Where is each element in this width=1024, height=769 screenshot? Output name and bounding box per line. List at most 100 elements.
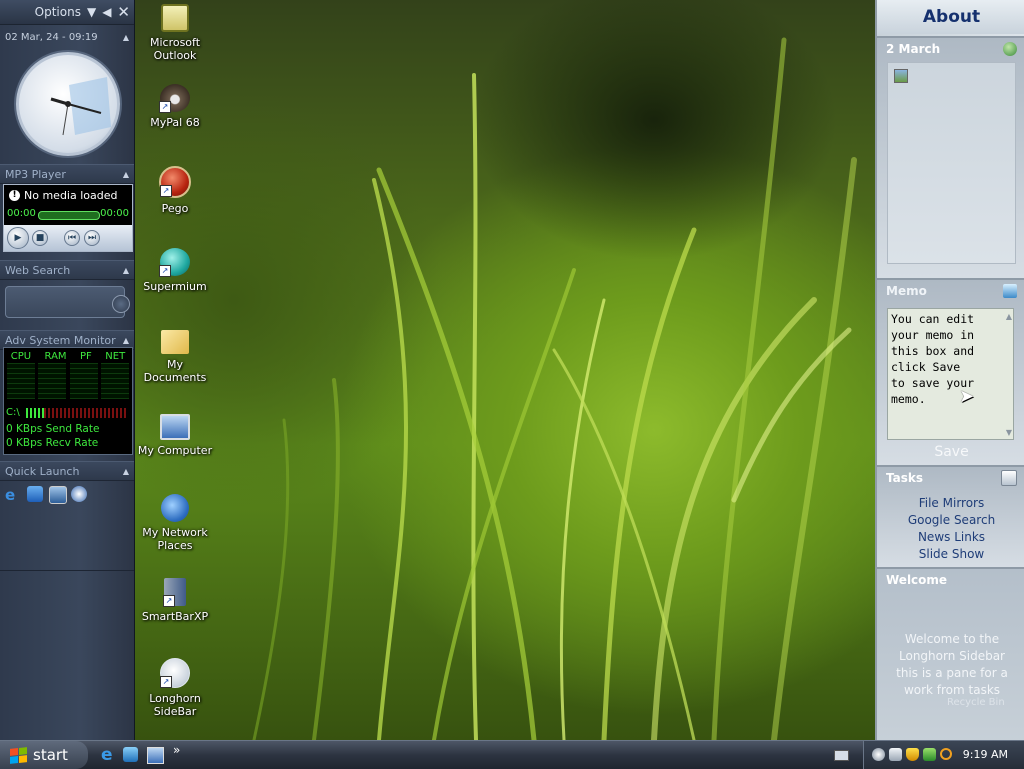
options-dropdown-icon[interactable]: ▼ [87, 5, 96, 19]
save-button[interactable]: Save [877, 444, 1024, 460]
shortcut-arrow-icon: ↗ [160, 676, 172, 688]
welcome-panel: Welcome Welcome to the Longhorn Sidebar … [877, 567, 1024, 742]
desktop-icon-label: My Documents [143, 358, 207, 384]
show-desktop-icon[interactable] [49, 486, 67, 504]
memo-textarea[interactable]: You can edit your memo in this box and c… [887, 308, 1014, 440]
picture-placeholder-icon [894, 69, 908, 83]
stop-button[interactable]: ■ [32, 230, 48, 246]
date-panel: 2 March [877, 36, 1024, 278]
desktop-icon-label: MyPal 68 [150, 116, 200, 129]
windows-logo-icon [10, 746, 27, 764]
monitor-col-cpu: CPU [10, 351, 32, 362]
memo-header: Memo [877, 280, 1024, 302]
desktop-icon-supermium[interactable]: ↗ Supermium [135, 248, 215, 293]
desktop-icon-my-computer[interactable]: My Computer [135, 414, 215, 457]
mp3-time-start: 00:00 [7, 208, 36, 219]
task-link-slide-show[interactable]: Slide Show [877, 546, 1024, 563]
desktop-wallpaper [134, 0, 876, 740]
search-go-icon[interactable] [112, 295, 130, 313]
taskbar-clock[interactable]: 9:19 AM [963, 748, 1008, 761]
tasks-panel: Tasks File Mirrors Google Search News Li… [877, 465, 1024, 567]
desktop-icon-label: Supermium [143, 280, 207, 293]
drive-usage-bar [26, 408, 128, 418]
desktop-icon-label: My Network Places [142, 526, 208, 552]
taskbar-outlook-express-icon[interactable] [123, 747, 138, 762]
task-link-file-mirrors[interactable]: File Mirrors [877, 495, 1024, 512]
desktop-icon-label: Microsoft Outlook [149, 36, 201, 62]
system-monitor: CPU RAM PF NET C:\ 0 KBps Send Rate 0 KB… [3, 347, 133, 455]
start-button[interactable]: start [0, 741, 88, 769]
play-button[interactable]: ▶ [7, 227, 29, 249]
tray-antivirus-icon[interactable] [923, 748, 936, 761]
options-menu[interactable]: Options [35, 5, 81, 19]
quick-launch-header: Quick Launch ▲ [0, 461, 134, 481]
web-search-header: Web Search ▲ [0, 260, 134, 280]
collapse-mp3-icon[interactable]: ▲ [123, 170, 129, 179]
web-search-input[interactable] [5, 286, 130, 318]
send-rate: 0 KBps Send Rate [6, 423, 100, 435]
previous-button[interactable]: ⏮ [64, 230, 80, 246]
left-sidebar: Options ▼ ◀ ✕ 02 Mar, 24 - 09:19 ▲ MP3 P… [0, 0, 135, 740]
recycle-bin-label[interactable]: Recycle Bin [947, 697, 1005, 708]
desktop-icon-label: SmartBarXP [141, 610, 209, 623]
taskbar-ie-icon[interactable]: e [101, 745, 113, 765]
web-search-title: Web Search [5, 263, 71, 277]
mouse-cursor-icon: ➤ [959, 386, 975, 407]
supermium-icon: ↗ [159, 248, 190, 277]
tasks-list: File Mirrors Google Search News Links Sl… [877, 489, 1024, 563]
analog-clock [16, 52, 120, 156]
info-icon: ! [9, 190, 20, 201]
desktop-icon-pego[interactable]: ↗ Pego [135, 166, 215, 215]
desktop-icon-network[interactable]: My Network Places [135, 494, 215, 552]
outlook-icon [161, 4, 189, 32]
collapse-quicklaunch-icon[interactable]: ▲ [123, 467, 129, 476]
longhorn-sidebar-icon: ↗ [160, 658, 190, 688]
next-button[interactable]: ⏭ [84, 230, 100, 246]
taskbar-overflow-chevron[interactable]: » [173, 743, 180, 757]
desktop-icon-mypal[interactable]: ↗ MyPal 68 [135, 84, 215, 129]
internet-explorer-icon[interactable]: e [5, 486, 21, 504]
pego-icon: ↗ [159, 166, 191, 198]
about-header[interactable]: About [877, 0, 1024, 34]
mp3-controls: ▶ ■ ⏮ ⏭ [4, 225, 132, 251]
monitor-col-pf: PF [80, 351, 92, 362]
quick-launch-title: Quick Launch [5, 464, 80, 478]
close-icon[interactable]: ✕ [117, 3, 130, 21]
task-link-google-search[interactable]: Google Search [877, 512, 1024, 529]
desktop-icon-outlook[interactable]: Microsoft Outlook [135, 4, 215, 62]
tray-display-icon[interactable] [889, 748, 902, 761]
tasks-icon[interactable] [1001, 470, 1017, 486]
desktop-icon-my-documents[interactable]: My Documents [135, 330, 215, 384]
documents-folder-icon [161, 330, 189, 354]
mp3-seek-bar[interactable] [38, 211, 100, 220]
tray-network-icon[interactable] [872, 748, 885, 761]
collapse-search-icon[interactable]: ▲ [123, 266, 129, 275]
about-title: About [922, 7, 981, 27]
media-player-icon[interactable] [71, 486, 87, 502]
collapse-clock-icon[interactable]: ▲ [123, 33, 129, 42]
keyboard-icon[interactable] [834, 750, 849, 761]
monitor-col-net: NET [105, 351, 126, 362]
computer-icon [160, 414, 190, 440]
tray-search-icon[interactable] [940, 748, 952, 760]
outlook-express-icon[interactable] [27, 486, 43, 502]
globe-icon[interactable] [1003, 42, 1017, 56]
notepad-icon[interactable] [1003, 284, 1017, 298]
taskbar-show-desktop-icon[interactable] [147, 747, 164, 764]
drive-label: C:\ [6, 407, 20, 418]
tray-security-shield-icon[interactable] [906, 748, 919, 761]
collapse-left-icon[interactable]: ◀ [102, 5, 111, 19]
desktop-icon-smartbarxp[interactable]: ↗ SmartBarXP [135, 578, 215, 623]
scroll-up-icon[interactable]: ▲ [1006, 312, 1012, 321]
right-sidebar: About 2 March Memo You can edit your mem… [875, 0, 1024, 742]
scroll-down-icon[interactable]: ▼ [1006, 428, 1012, 437]
task-link-news-links[interactable]: News Links [877, 529, 1024, 546]
desktop-icon-label: Pego [161, 202, 189, 215]
clock-datetime: 02 Mar, 24 - 09:19 [5, 31, 98, 43]
desktop-icon-longhorn-sidebar[interactable]: ↗ Longhorn SideBar [135, 658, 215, 718]
net-graph [101, 363, 129, 399]
collapse-monitor-icon[interactable]: ▲ [123, 336, 129, 345]
sidebar-titlebar: Options ▼ ◀ ✕ [0, 0, 134, 25]
welcome-header: Welcome [877, 569, 1024, 591]
date-panel-title: 2 March [886, 42, 941, 56]
